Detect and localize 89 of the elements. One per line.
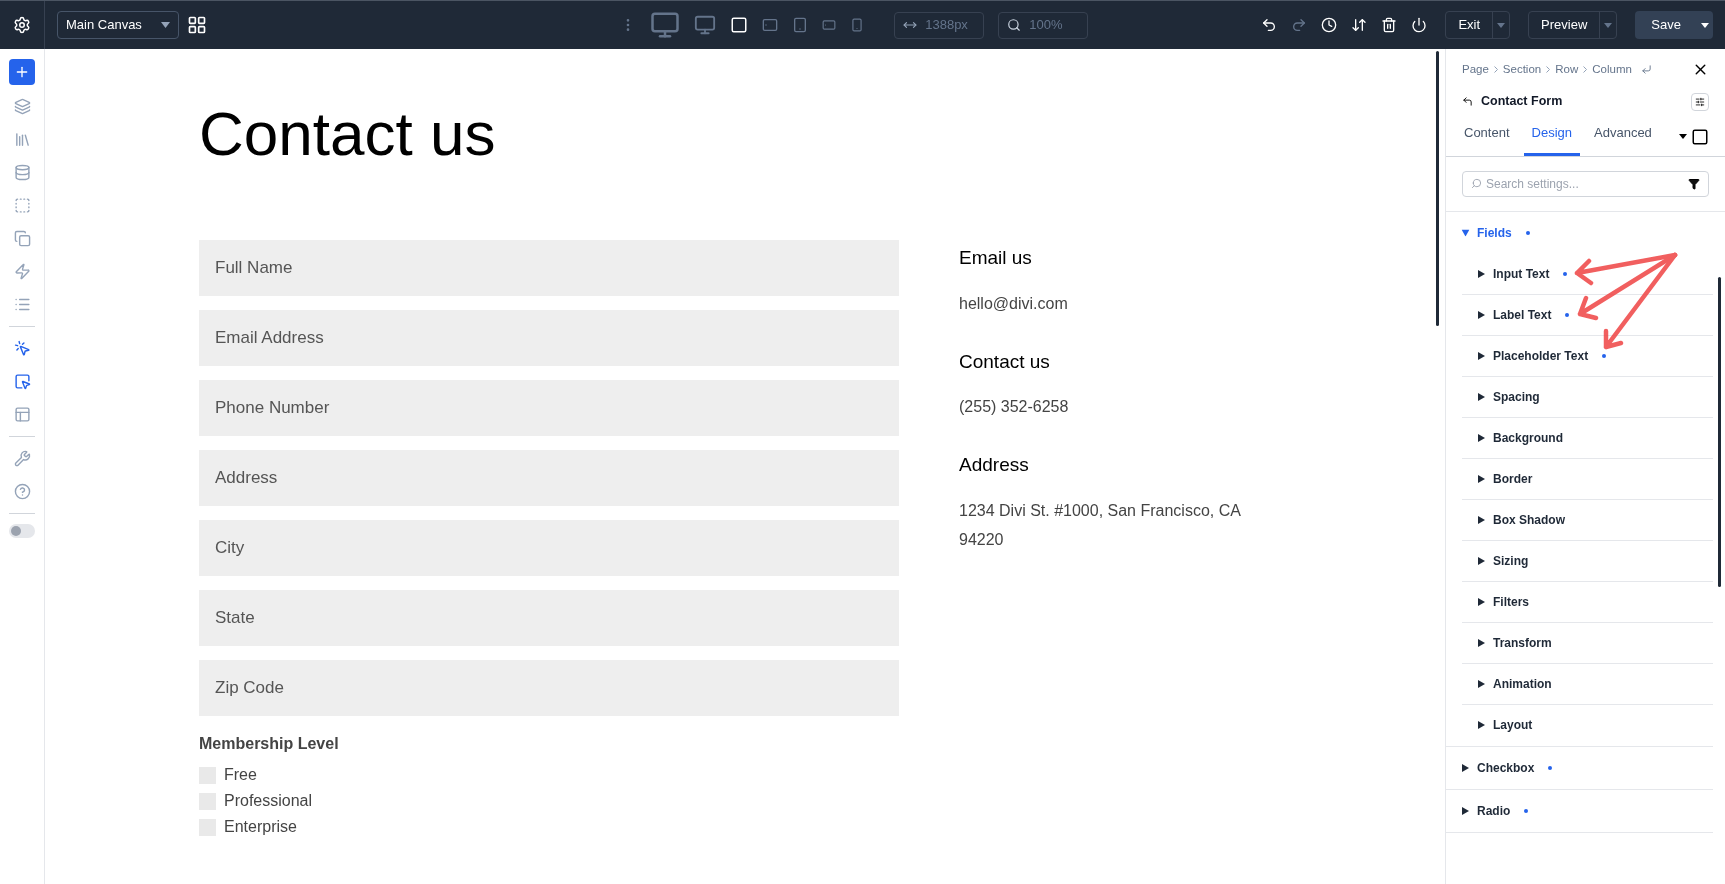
option-label[interactable]: Professional xyxy=(224,789,313,813)
caret-icon xyxy=(1478,597,1485,606)
breadcrumb-link[interactable]: Column xyxy=(1592,61,1632,79)
option-label[interactable]: Enterprise xyxy=(224,815,297,839)
info-text: hello@divi.com xyxy=(959,293,1069,314)
input-field[interactable]: Address xyxy=(199,450,899,506)
search-bar[interactable]: Search settings... xyxy=(1462,170,1709,197)
canvas-select[interactable]: Main Canvas xyxy=(57,11,179,39)
caret-icon xyxy=(1461,229,1470,236)
caret-icon xyxy=(1478,310,1485,319)
input-field[interactable]: Zip Code xyxy=(199,660,899,716)
search-icon xyxy=(1471,178,1482,189)
info-title: Contact us xyxy=(959,349,1051,374)
filter-icon[interactable] xyxy=(1688,177,1700,190)
toggle-switch[interactable] xyxy=(9,524,35,538)
options-icon[interactable] xyxy=(1691,92,1709,111)
tablet-icon[interactable] xyxy=(792,17,809,33)
clock-icon[interactable] xyxy=(1321,17,1338,33)
settings-item[interactable]: Input Text xyxy=(1462,253,1713,295)
caret-icon xyxy=(1462,806,1469,815)
settings-icon[interactable] xyxy=(13,16,31,34)
input-field[interactable]: Phone Number xyxy=(199,380,899,436)
settings-item[interactable]: Label Text xyxy=(1462,294,1713,336)
caret-icon xyxy=(1462,763,1469,772)
input-field[interactable]: City xyxy=(199,520,899,576)
sort-arrows-icon[interactable] xyxy=(1351,17,1368,33)
split-button[interactable]: Exit xyxy=(1446,12,1493,38)
settings-item[interactable]: Transform xyxy=(1462,622,1713,664)
settings-item[interactable]: Filters xyxy=(1462,581,1713,623)
tablet-landscape-icon[interactable] xyxy=(762,17,779,33)
power-icon[interactable] xyxy=(1411,17,1428,33)
settings-item[interactable]: Spacing xyxy=(1462,376,1713,418)
input-field[interactable]: Full Name xyxy=(199,240,899,296)
chevron-icon xyxy=(1493,66,1498,74)
caret-icon xyxy=(1478,392,1485,401)
undo-icon[interactable] xyxy=(1261,17,1278,33)
phone-icon[interactable] xyxy=(850,18,865,32)
back-icon[interactable] xyxy=(1462,96,1473,108)
return-icon[interactable] xyxy=(1640,64,1652,76)
settings-group[interactable]: Radio xyxy=(1446,789,1713,832)
tab[interactable]: Content xyxy=(1462,123,1512,156)
caret-icon xyxy=(1478,269,1485,278)
caret-icon xyxy=(1478,433,1485,442)
panel-title: Contact Form xyxy=(1481,93,1563,111)
chevron-icon xyxy=(1583,66,1588,74)
settings-item[interactable]: Sizing xyxy=(1462,540,1713,582)
tab[interactable]: Design xyxy=(1523,123,1580,156)
field-label: Membership Level xyxy=(199,734,340,754)
info-title: Address xyxy=(959,453,1030,477)
widescreen-monitor-icon[interactable] xyxy=(650,10,681,40)
input-field[interactable]: State xyxy=(199,590,899,646)
search-icon xyxy=(1007,18,1022,32)
caret-icon xyxy=(1478,351,1485,360)
caret-icon xyxy=(1478,556,1485,565)
settings-item[interactable]: Layout xyxy=(1462,704,1713,746)
caret-icon xyxy=(1478,515,1485,524)
caret-icon xyxy=(1478,638,1485,647)
split-button[interactable]: Save xyxy=(1635,11,1697,39)
settings-item[interactable]: Border xyxy=(1462,458,1713,500)
caret-icon xyxy=(1478,474,1485,483)
trash-icon[interactable] xyxy=(1381,17,1398,33)
breadcrumb-link[interactable]: Section xyxy=(1502,61,1542,79)
caret-icon[interactable] xyxy=(1679,134,1687,139)
monitor-icon[interactable] xyxy=(694,14,717,36)
phone-landscape-icon[interactable] xyxy=(822,18,837,32)
settings-item[interactable]: Box Shadow xyxy=(1462,499,1713,541)
search-field[interactable]: Search settings... xyxy=(1486,174,1684,193)
info-text: 1234 Divi St. #1000, San Francisco, CA 94220 xyxy=(959,500,1242,550)
breadcrumb-link[interactable]: Row xyxy=(1555,61,1579,79)
option-label[interactable]: Free xyxy=(224,763,257,787)
info-title: Email us xyxy=(959,246,1033,270)
tab[interactable]: Advanced xyxy=(1592,123,1654,156)
settings-group[interactable]: Fields xyxy=(1446,211,1713,254)
settings-item[interactable]: Background xyxy=(1462,417,1713,459)
settings-item[interactable]: Placeholder Text xyxy=(1462,335,1713,377)
chevron-icon xyxy=(1546,66,1551,74)
breadcrumb-link[interactable]: Page xyxy=(1462,61,1489,79)
square-icon[interactable] xyxy=(1691,127,1709,146)
split-button[interactable]: Preview xyxy=(1529,12,1600,38)
caret-icon xyxy=(1478,679,1485,688)
caret-icon xyxy=(161,22,170,28)
settings-group[interactable]: Checkbox xyxy=(1446,746,1713,789)
input-field[interactable]: Email Address xyxy=(199,310,899,366)
settings-item[interactable]: Animation xyxy=(1462,663,1713,705)
caret-icon xyxy=(1478,721,1485,729)
add-icon[interactable] xyxy=(9,59,35,85)
info-text: (255) 352-6258 xyxy=(959,397,1070,417)
page-heading: Contact us xyxy=(199,103,497,165)
grid-icon[interactable] xyxy=(187,15,207,35)
